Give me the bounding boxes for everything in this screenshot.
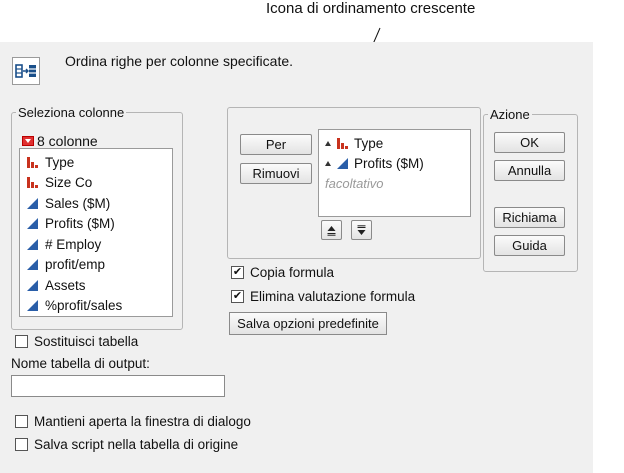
column-list-item-label: Type <box>45 154 75 170</box>
ascending-sort-icon <box>327 225 336 236</box>
keep-open-option[interactable]: Mantieni aperta la finestra di dialogo <box>15 414 251 429</box>
continuous-column-icon <box>27 259 38 271</box>
continuous-column-icon <box>337 157 348 169</box>
copy-formula-checkbox[interactable]: ✔ <box>231 266 244 279</box>
column-list-item-label: Profits ($M) <box>45 216 115 232</box>
save-script-option[interactable]: Salva script nella tabella di origine <box>15 437 238 452</box>
keep-open-checkbox[interactable] <box>15 415 28 428</box>
continuous-column-icon <box>27 238 38 250</box>
column-list-item[interactable]: Sales ($M) <box>20 193 172 214</box>
sort-list-item[interactable]: Profits ($M) <box>319 153 470 173</box>
replace-table-checkbox[interactable] <box>15 335 28 348</box>
save-defaults-button[interactable]: Salva opzioni predefinite <box>229 312 387 335</box>
column-list-item[interactable]: Profits ($M) <box>20 214 172 235</box>
column-list-item-label: Sales ($M) <box>45 195 111 211</box>
cancel-button[interactable]: Annulla <box>494 160 565 181</box>
descending-sort-button[interactable] <box>351 220 372 240</box>
ok-button[interactable]: OK <box>494 132 565 153</box>
column-list-item[interactable]: Assets <box>20 275 172 296</box>
descending-sort-icon <box>357 224 366 235</box>
replace-table-option[interactable]: Sostituisci tabella <box>15 334 138 349</box>
nominal-column-icon <box>27 156 38 168</box>
copy-formula-label: Copia formula <box>250 265 335 280</box>
sort-list-item-label: Type <box>354 135 384 151</box>
continuous-column-icon <box>27 218 38 230</box>
column-list-item[interactable]: Type <box>20 152 172 173</box>
column-list-item[interactable]: Size Co <box>20 173 172 194</box>
column-count-label: 8 colonne <box>37 133 98 149</box>
nominal-column-icon <box>337 137 348 149</box>
nominal-column-icon <box>27 177 38 189</box>
column-list-item-label: # Employ <box>45 236 102 252</box>
column-list[interactable]: Type Size Co Sales ($M) Profits ($M) # Emplo… <box>19 148 173 317</box>
continuous-column-icon <box>27 300 38 312</box>
optional-placeholder: facoltativo <box>325 175 384 191</box>
suppress-eval-option[interactable]: ✔ Elimina valutazione formula <box>231 289 415 304</box>
sort-dialog-icon <box>12 57 40 85</box>
column-list-item-label: Size Co <box>45 175 93 191</box>
ascending-sort-button[interactable] <box>321 220 342 240</box>
continuous-column-icon <box>27 197 38 209</box>
column-list-item[interactable]: %profit/sales <box>20 296 172 317</box>
dialog-description: Ordina righe per colonne specificate. <box>65 53 294 69</box>
suppress-eval-checkbox[interactable]: ✔ <box>231 290 244 303</box>
column-list-item-label: profit/emp <box>45 257 106 273</box>
output-name-label: Nome tabella di output: <box>11 356 150 371</box>
continuous-column-icon <box>27 279 38 291</box>
suppress-eval-label: Elimina valutazione formula <box>250 289 416 304</box>
copy-formula-option[interactable]: ✔ Copia formula <box>231 265 334 280</box>
column-count: 8 colonne <box>22 133 98 149</box>
action-title: Azione <box>490 107 530 122</box>
output-name-input[interactable] <box>11 375 225 397</box>
replace-table-label: Sostituisci tabella <box>34 334 139 349</box>
column-list-item[interactable]: # Employ <box>20 234 172 255</box>
save-script-label: Salva script nella tabella di origine <box>34 437 239 452</box>
sort-column-list[interactable]: Type Profits ($M) facoltativo <box>318 129 471 217</box>
save-script-checkbox[interactable] <box>15 438 28 451</box>
sort-list-item[interactable]: Type <box>319 133 470 153</box>
ascending-order-icon <box>325 140 331 146</box>
sort-list-item-label: Profits ($M) <box>354 155 424 171</box>
column-options-menu-icon[interactable] <box>22 136 34 146</box>
ascending-order-icon <box>325 160 331 166</box>
select-columns-title: Seleziona colonne <box>18 105 125 120</box>
column-list-item-label: Assets <box>45 277 86 293</box>
help-button[interactable]: Guida <box>494 235 565 256</box>
column-list-item[interactable]: profit/emp <box>20 255 172 276</box>
column-list-item-label: %profit/sales <box>45 298 123 314</box>
recall-button[interactable]: Richiama <box>494 207 565 228</box>
remove-button[interactable]: Rimuovi <box>240 163 312 184</box>
by-button[interactable]: Per <box>240 134 312 155</box>
keep-open-label: Mantieni aperta la finestra di dialogo <box>34 414 251 429</box>
